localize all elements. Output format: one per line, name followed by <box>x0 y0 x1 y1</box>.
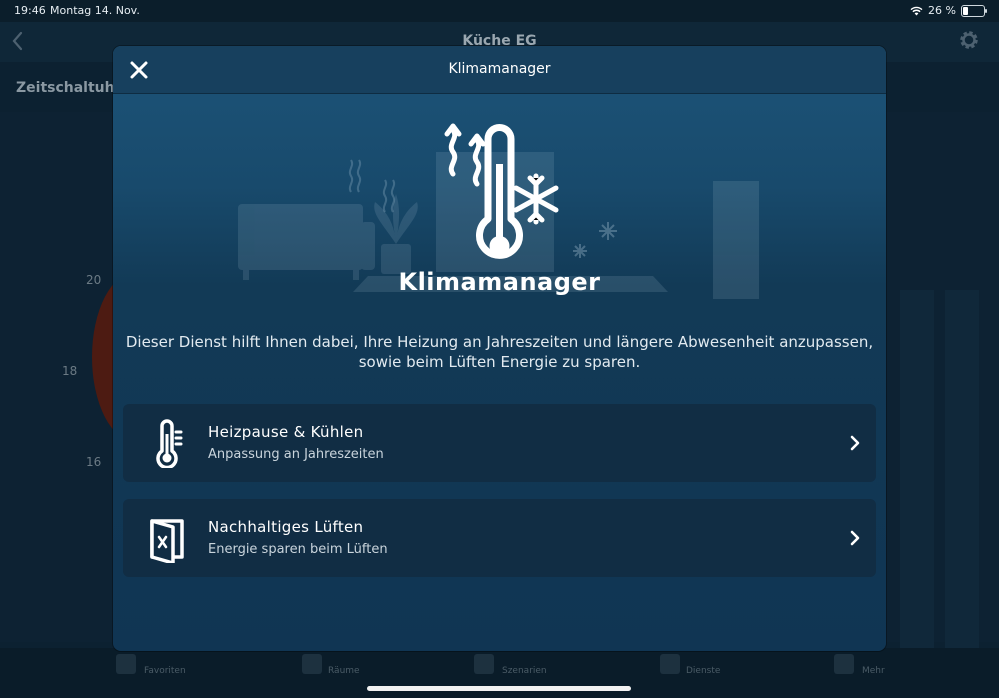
tick-label: 20 <box>86 273 102 287</box>
modal-header: Klimamanager <box>113 46 886 94</box>
modal-title: Klimamanager <box>448 61 551 77</box>
tab-dienste[interactable]: Dienste <box>686 666 720 676</box>
thermometer-icon <box>156 419 183 468</box>
small-snowflake-icons <box>573 222 617 258</box>
status-date: Montag 14. Nov. <box>50 4 140 17</box>
wifi-icon <box>910 6 923 15</box>
tab-szenarien[interactable]: Szenarien <box>502 666 547 676</box>
service-card-lueften[interactable]: Nachhaltiges Lüften Energie sparen beim … <box>123 499 876 577</box>
service-subtitle: Energie sparen beim Lüften <box>208 542 388 557</box>
tick-label: 18 <box>62 364 78 378</box>
tick-label: 16 <box>86 455 102 469</box>
background-column <box>900 290 934 650</box>
service-title: Nachhaltiges Lüften <box>208 518 364 536</box>
tab-mehr[interactable]: Mehr <box>862 666 885 676</box>
home-indicator[interactable] <box>367 686 631 691</box>
wand-icon[interactable] <box>474 654 494 674</box>
chevron-right-icon <box>850 530 860 546</box>
door-icon[interactable] <box>302 654 322 674</box>
service-title: Heizpause & Kühlen <box>208 423 364 441</box>
battery-percent: 26 % <box>928 4 956 17</box>
star-icon[interactable] <box>116 654 136 674</box>
hero-title: Klimamanager <box>398 268 601 296</box>
layers-icon[interactable] <box>834 654 854 674</box>
battery-icon <box>961 4 987 17</box>
service-description: Dieser Dienst hilft Ihnen dabei, Ihre He… <box>125 333 874 371</box>
klimamanager-modal: Klimamanager Klimamanager Dieser Dienst … <box>113 46 886 651</box>
background-column <box>945 290 979 650</box>
service-subtitle: Anpassung an Jahreszeiten <box>208 447 384 462</box>
service-card-heizpause[interactable]: Heizpause & Kühlen Anpassung an Jahresze… <box>123 404 876 482</box>
window-icon <box>150 519 184 563</box>
gear-icon[interactable] <box>957 28 981 52</box>
background-subtitle: Zeitschaltuhr <box>16 80 122 96</box>
flask-icon[interactable] <box>660 654 680 674</box>
status-bar: 19:46 Montag 14. Nov. 26 % <box>0 0 999 22</box>
chevron-right-icon <box>850 435 860 451</box>
status-time: 19:46 <box>14 4 46 17</box>
tab-raeume[interactable]: Räume <box>328 666 360 676</box>
status-right: 26 % <box>910 4 987 17</box>
tab-favoriten[interactable]: Favoriten <box>144 666 186 676</box>
